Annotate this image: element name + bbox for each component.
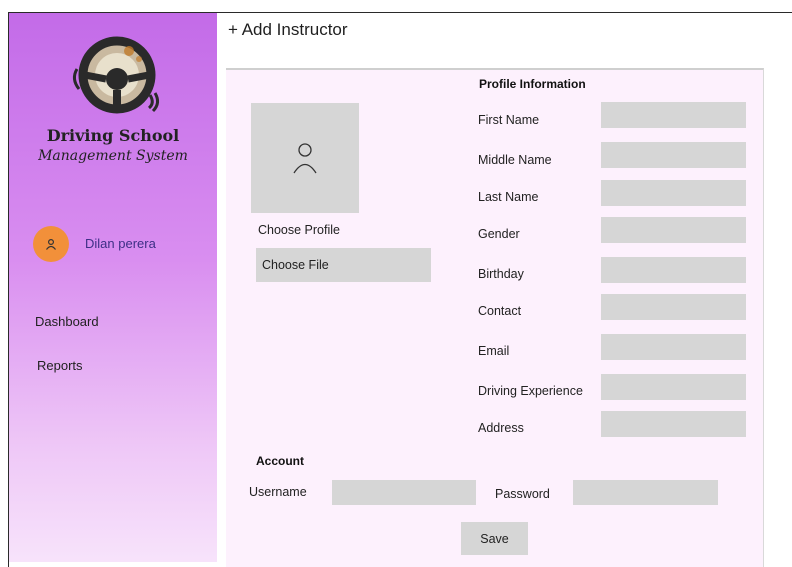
choose-profile-label: Choose Profile xyxy=(258,223,340,237)
contact-label: Contact xyxy=(478,304,522,318)
first-name-input[interactable] xyxy=(601,102,746,128)
middle-name-input[interactable] xyxy=(601,142,746,168)
nav-dashboard[interactable]: Dashboard xyxy=(35,314,99,329)
gender-input[interactable] xyxy=(601,217,746,243)
person-icon xyxy=(293,143,317,174)
profile-photo-placeholder[interactable] xyxy=(251,103,359,213)
password-input[interactable] xyxy=(573,480,718,505)
avatar[interactable] xyxy=(33,226,69,262)
driving-experience-input[interactable] xyxy=(601,374,746,400)
nav-reports[interactable]: Reports xyxy=(37,358,83,373)
choose-file-button[interactable]: Choose File xyxy=(256,248,431,282)
steering-wheel-logo-icon xyxy=(72,36,160,114)
first-name-label: First Name xyxy=(478,113,540,127)
brand-subtitle: Management System xyxy=(38,148,188,164)
contact-input[interactable] xyxy=(601,294,746,320)
user-name[interactable]: Dilan perera xyxy=(85,236,156,251)
address-label: Address xyxy=(478,421,524,435)
email-input[interactable] xyxy=(601,334,746,360)
last-name-label: Last Name xyxy=(478,190,539,204)
username-label: Username xyxy=(249,485,307,499)
sidebar: Driving School Management System Dilan p… xyxy=(9,13,217,562)
username-input[interactable] xyxy=(332,480,476,505)
address-input[interactable] xyxy=(601,411,746,437)
profile-section-title: Profile Information xyxy=(479,77,586,91)
account-section-title: Account xyxy=(256,454,304,468)
birthday-input[interactable] xyxy=(601,257,746,283)
email-label: Email xyxy=(478,344,510,358)
gender-label: Gender xyxy=(478,227,520,241)
user-icon xyxy=(46,238,56,250)
password-label: Password xyxy=(495,487,550,501)
page-title: + Add Instructor xyxy=(228,20,348,39)
instructor-form: Profile Information Choose Profile Choos… xyxy=(226,68,764,567)
brand-title: Driving School xyxy=(46,126,180,145)
driving-experience-label: Driving Experience xyxy=(478,384,583,398)
save-button[interactable]: Save xyxy=(461,522,528,555)
birthday-label: Birthday xyxy=(478,267,524,281)
middle-name-label: Middle Name xyxy=(478,153,552,167)
last-name-input[interactable] xyxy=(601,180,746,206)
